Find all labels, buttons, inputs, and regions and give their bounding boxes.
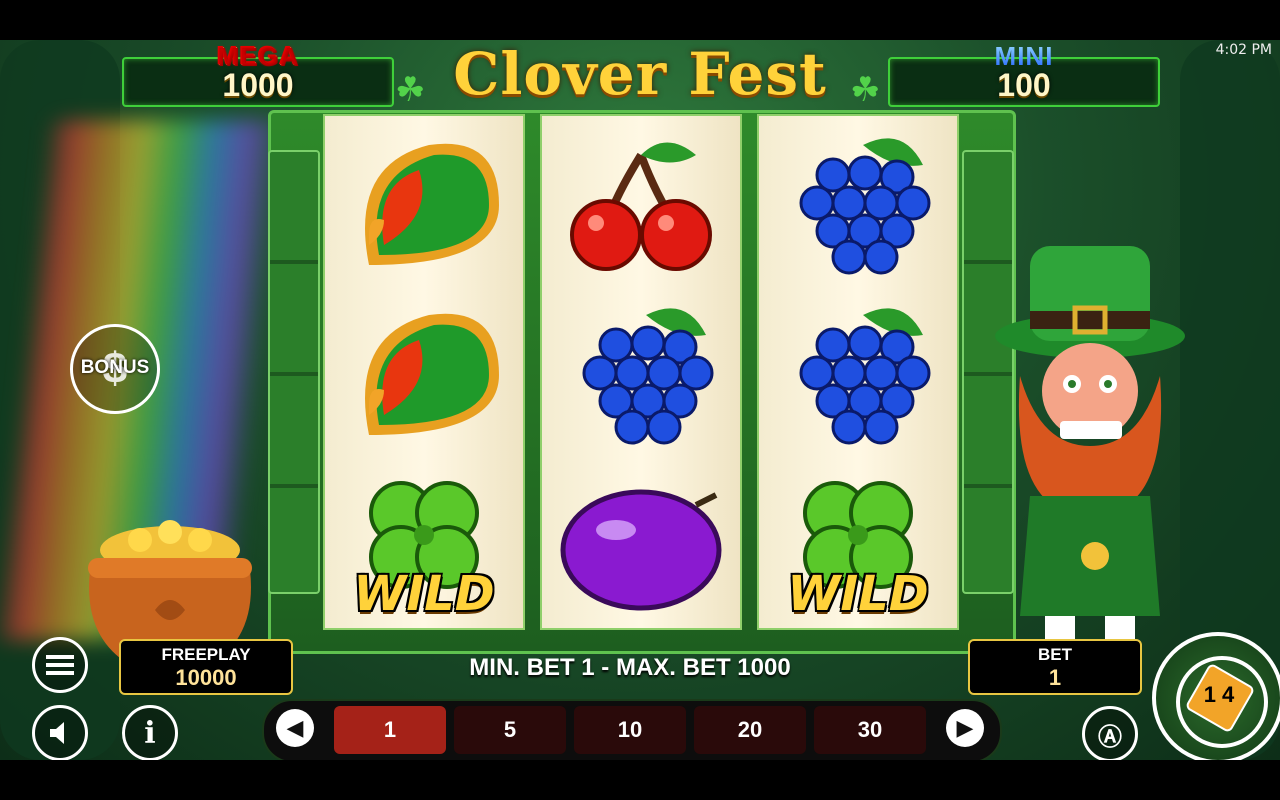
plum-symbol [542, 460, 740, 630]
speaker-icon [50, 722, 64, 744]
game-title: Clover Fest [453, 40, 827, 108]
status-time: 4:02 PM [1215, 42, 1272, 58]
game-scene: MEGA 1000 MINI 100 Clover Fest ☘ ☘ WILD … [0, 40, 1280, 760]
mini-jackpot: MINI 100 [888, 41, 1160, 107]
bet-value: 1 [1048, 665, 1062, 690]
bet-option[interactable]: 20 [694, 706, 806, 754]
clover-wild-symbol: WILD [759, 460, 957, 630]
bet-box: BET 1 [968, 639, 1142, 695]
info-icon: i [144, 715, 156, 751]
bet-prev-button[interactable]: ◀ [276, 709, 314, 747]
grapes-symbol [542, 290, 740, 460]
bet-option[interactable]: 10 [574, 706, 686, 754]
bet-option[interactable]: 30 [814, 706, 926, 754]
mega-jackpot: MEGA 1000 [122, 41, 394, 107]
bonus-button[interactable]: $ BONUS [70, 324, 160, 414]
navigation-bar [0, 760, 1280, 800]
chevron-right-icon: ▶ [956, 715, 974, 740]
reel-3: WILD [757, 114, 959, 630]
freeplay-box: FREEPLAY 10000 [119, 639, 293, 695]
grapes-symbol [759, 290, 957, 460]
clover-icon: ☘ [395, 71, 426, 109]
clover-icon: ☘ [850, 71, 881, 109]
bet-next-button[interactable]: ▶ [946, 709, 984, 747]
freeplay-value: 10000 [175, 665, 237, 690]
menu-button[interactable] [32, 637, 88, 693]
chevron-left-icon: ◀ [286, 715, 304, 740]
clover-wild-symbol: WILD [325, 460, 523, 630]
watermelon-symbol [325, 120, 523, 290]
wild-label: WILD [787, 566, 929, 622]
freeplay-label: FREEPLAY [161, 645, 251, 664]
mega-value: 1000 [222, 67, 294, 103]
grapes-symbol [759, 120, 957, 290]
sound-button[interactable] [32, 705, 88, 760]
mini-value: 100 [997, 67, 1051, 103]
status-bar [0, 0, 1280, 40]
bet-selector: ◀ 1 5 10 20 30 ▶ [262, 699, 1002, 760]
watermelon-symbol [325, 290, 523, 460]
cherry-symbol [542, 120, 740, 290]
autoplay-button[interactable]: Ⓐ [1082, 706, 1138, 760]
autoplay-icon: Ⓐ [1098, 723, 1122, 751]
bonus-label: BONUS [80, 357, 150, 378]
wild-label: WILD [353, 566, 495, 622]
bet-option[interactable]: 1 [334, 706, 446, 754]
bet-label: BET [1038, 645, 1072, 664]
info-button[interactable]: i [122, 705, 178, 760]
spin-button[interactable]: 1 4 [1152, 632, 1280, 760]
brand-logo-text: 1 4 [1203, 682, 1235, 707]
reel-2 [540, 114, 742, 630]
bet-option[interactable]: 5 [454, 706, 566, 754]
menu-icon [46, 655, 74, 675]
leprechaun-character [995, 246, 1185, 656]
reel-1: WILD [323, 114, 525, 630]
bet-limits: MIN. BET 1 - MAX. BET 1000 [469, 654, 791, 681]
